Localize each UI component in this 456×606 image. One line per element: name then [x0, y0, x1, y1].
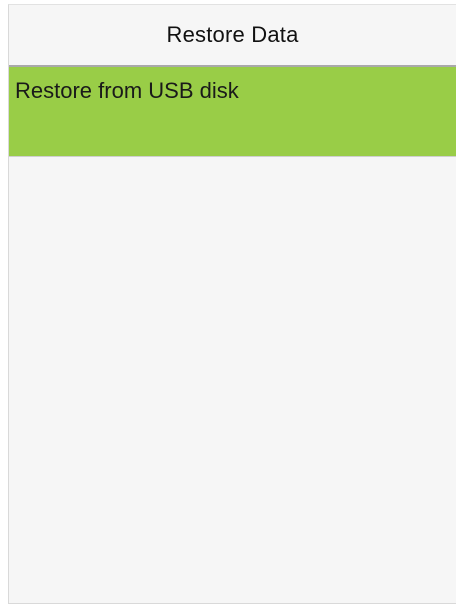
device-screen: Restore Data Restore from USB disk: [8, 4, 456, 604]
title-bar: Restore Data: [9, 5, 456, 67]
menu-list: Restore from USB disk: [9, 67, 456, 157]
menu-item-label: Restore from USB disk: [15, 78, 239, 103]
page-title: Restore Data: [166, 22, 299, 47]
menu-item-restore-from-usb-disk[interactable]: Restore from USB disk: [9, 67, 456, 157]
